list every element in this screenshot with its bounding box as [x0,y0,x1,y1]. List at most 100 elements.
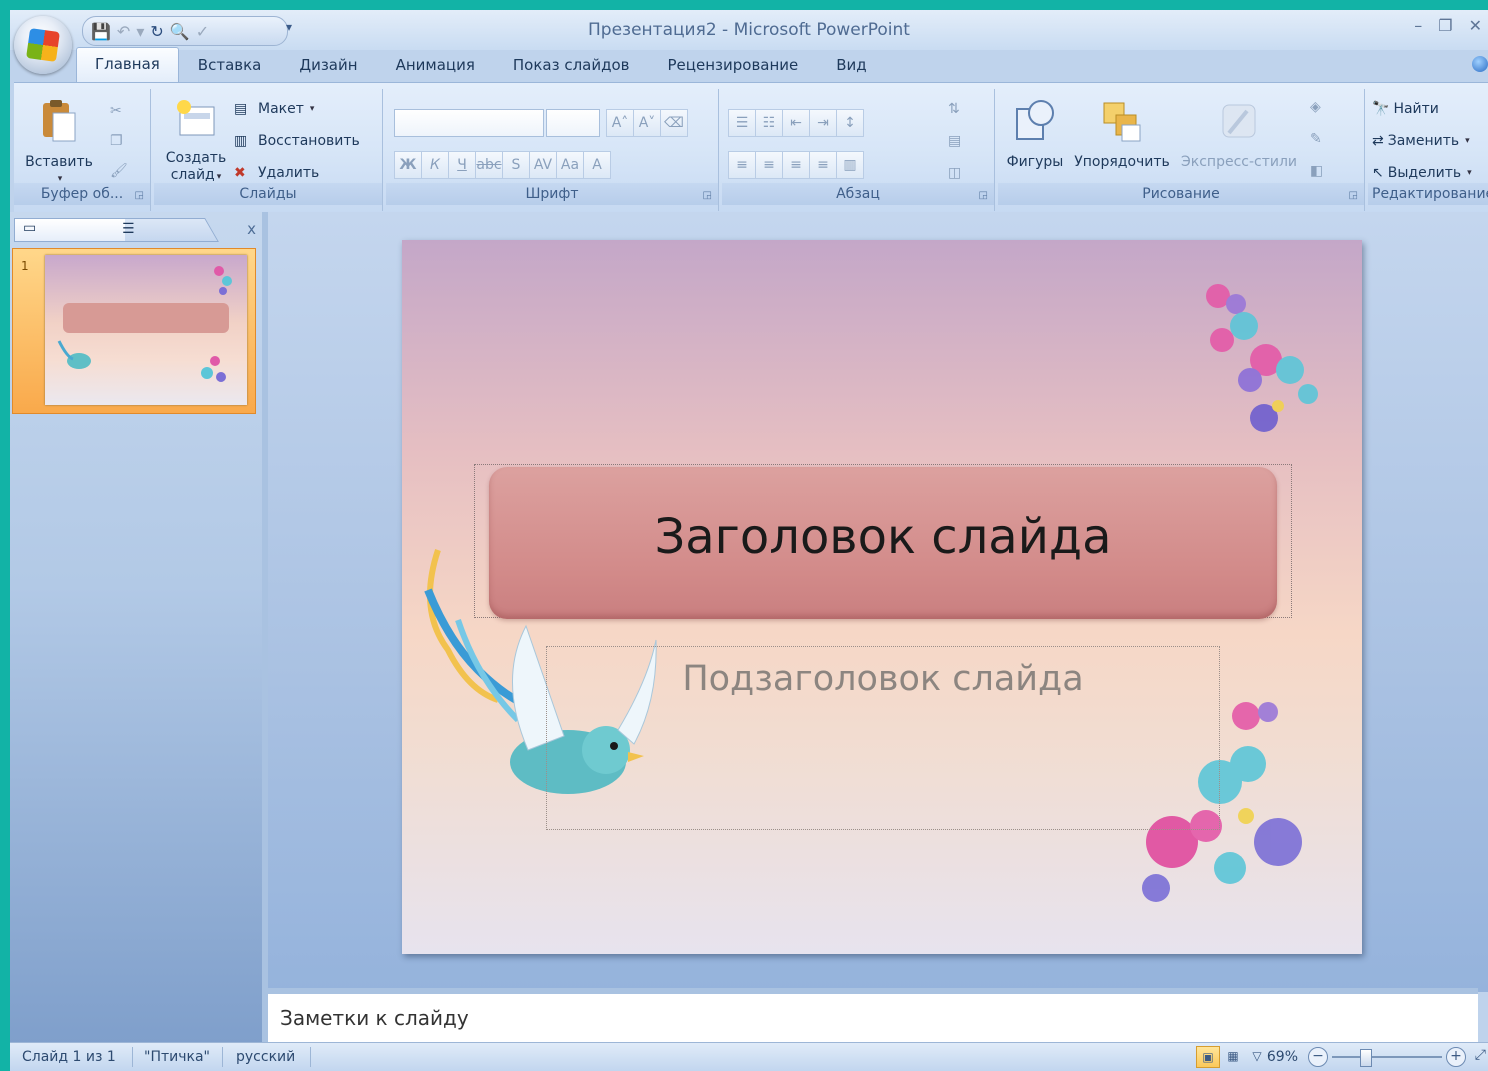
new-slide-button[interactable]: Создать слайд ▾ [160,99,232,186]
copy-icon[interactable]: ❐ [110,133,123,149]
increase-indent-icon[interactable]: ⇥ [809,109,837,137]
thumbnail-flowers-bottom-icon [201,356,226,382]
align-right-icon[interactable]: ≡ [782,151,810,179]
arrange-button[interactable]: Упорядочить [1068,99,1176,171]
format-painter-icon[interactable]: 🖌 [110,163,128,179]
shape-outline-icon[interactable]: ✎ [1310,131,1322,147]
pane-close-button[interactable]: x [247,220,256,238]
bold-button[interactable]: Ж [394,151,422,179]
drawing-launcher-icon[interactable]: ◲ [1349,190,1358,201]
slides-tab[interactable]: ▭ [14,218,125,242]
italic-button[interactable]: К [421,151,449,179]
slide-thumbnail-selected[interactable]: 1 [12,248,256,414]
shrink-font-button[interactable]: A˅ [633,109,661,137]
minimize-button[interactable]: – [1414,16,1422,35]
bullets-icon[interactable]: ☰ [728,109,756,137]
replace-icon: ⇄ [1372,133,1384,149]
paragraph-launcher-icon[interactable]: ◲ [979,190,988,201]
language-indicator[interactable]: русский [236,1049,295,1065]
group-editing: 🔭 Найти ⇄ Заменить ▾ ↖ Выделить ▾ Редактир… [1368,89,1488,211]
notes-pane[interactable]: Заметки к слайду [268,988,1478,1048]
shapes-button[interactable]: Фигуры [1000,99,1070,171]
tab-review[interactable]: Рецензирование [649,50,818,82]
reset-button[interactable]: ▥ Восстановить [234,133,360,149]
help-icon[interactable] [1472,56,1488,72]
decrease-indent-icon[interactable]: ⇤ [782,109,810,137]
align-center-icon[interactable]: ≡ [755,151,783,179]
paste-label: Вставить [25,154,93,170]
subtitle-placeholder[interactable]: Подзаголовок слайда [546,646,1220,830]
font-color-button[interactable]: A [583,151,611,179]
replace-button[interactable]: ⇄ Заменить ▾ [1372,133,1470,149]
theme-name[interactable]: "Птичка" [144,1049,210,1065]
char-spacing-button[interactable]: AV [529,151,557,179]
font-launcher-icon[interactable]: ◲ [703,190,712,201]
quick-styles-label: Экспресс-стили [1180,154,1298,170]
quick-styles-button[interactable]: Экспресс-стили [1176,99,1302,171]
group-editing-label: Редактирование [1368,183,1488,205]
cut-icon[interactable]: ✂ [110,103,122,119]
new-slide-label-1: Создать [165,150,227,166]
group-paragraph: ☰ ☷ ⇤ ⇥ ↕ ≡ ≡ ≡ ≡ ▥ ⇅ ▤ ◫ Абзац ◲ [722,89,995,211]
delete-slide-button[interactable]: ✖ Удалить [234,165,319,181]
tab-animation[interactable]: Анимация [377,50,494,82]
slide-canvas[interactable]: Заголовок слайда Подзаголовок слайда [402,240,1362,954]
group-font-label: Шрифт [386,183,718,205]
slides-pane: ▭ ☰ x 1 [10,212,268,1044]
window-controls: – ❐ ✕ [1414,16,1482,35]
layout-button[interactable]: ▤ Макет ▾ [234,101,314,117]
change-case-button[interactable]: Aa [556,151,584,179]
shapes-label: Фигуры [1006,154,1064,170]
group-paragraph-label: Абзац [722,183,994,205]
office-logo-icon [26,28,60,62]
select-button[interactable]: ↖ Выделить ▾ [1372,165,1472,181]
office-button[interactable] [14,16,72,74]
fit-to-window-icon[interactable]: ⤢ [1475,1047,1486,1063]
zoom-slider-thumb[interactable] [1360,1049,1372,1067]
text-direction-icon[interactable]: ⇅ [948,101,960,117]
group-clipboard-label: Буфер об... [14,183,150,205]
font-size-field[interactable] [546,109,600,137]
slide-sorter-icon[interactable]: ▦ [1222,1046,1244,1066]
zoom-out-button[interactable]: − [1308,1047,1328,1067]
font-name-field[interactable] [394,109,544,137]
normal-view-icon[interactable]: ▣ [1196,1046,1220,1068]
align-left-icon[interactable]: ≡ [728,151,756,179]
restore-button[interactable]: ❐ [1438,16,1452,35]
numbering-icon[interactable]: ☷ [755,109,783,137]
grow-font-button[interactable]: A˄ [606,109,634,137]
tab-view[interactable]: Вид [817,50,885,82]
slideshow-view-icon[interactable]: ▽ [1246,1046,1268,1066]
zoom-level[interactable]: 69% [1267,1049,1298,1065]
layout-dropdown-icon: ▾ [309,104,315,114]
clear-format-icon[interactable]: ⌫ [660,109,688,137]
justify-icon[interactable]: ≡ [809,151,837,179]
notes-placeholder[interactable]: Заметки к слайду [280,1006,469,1030]
paste-button[interactable]: Вставить ▾ [24,99,94,188]
tab-insert[interactable]: Вставка [179,50,281,82]
line-spacing-icon[interactable]: ↕ [836,109,864,137]
find-button[interactable]: 🔭 Найти [1372,101,1439,117]
underline-button[interactable]: Ч [448,151,476,179]
thumbnail-bird-icon [57,340,91,369]
slide-title[interactable]: Заголовок слайда [489,509,1277,565]
close-button[interactable]: ✕ [1469,16,1482,35]
tab-slideshow[interactable]: Показ слайдов [494,50,649,82]
strikethrough-button[interactable]: abc [475,151,503,179]
smartart-icon[interactable]: ◫ [948,165,961,181]
align-text-icon[interactable]: ▤ [948,133,961,149]
shadow-button[interactable]: S [502,151,530,179]
columns-icon[interactable]: ▥ [836,151,864,179]
zoom-in-button[interactable]: + [1446,1047,1466,1067]
shape-effects-icon[interactable]: ◧ [1310,163,1323,179]
tab-home[interactable]: Главная [76,47,179,82]
shape-fill-icon[interactable]: ◈ [1310,99,1321,115]
title-placeholder[interactable]: Заголовок слайда [474,464,1292,619]
tab-design[interactable]: Дизайн [280,50,376,82]
zoom-slider-track[interactable] [1332,1056,1442,1058]
title-bar: 💾 ↶ ▾ ↻ 🔍 ✓ ▾ Презентация2 - Microsoft P… [10,10,1488,50]
slide-thumbnail[interactable] [45,255,247,405]
binoculars-icon: 🔭 [1372,101,1390,117]
clipboard-launcher-icon[interactable]: ◲ [135,190,144,201]
slide-subtitle[interactable]: Подзаголовок слайда [547,659,1219,699]
